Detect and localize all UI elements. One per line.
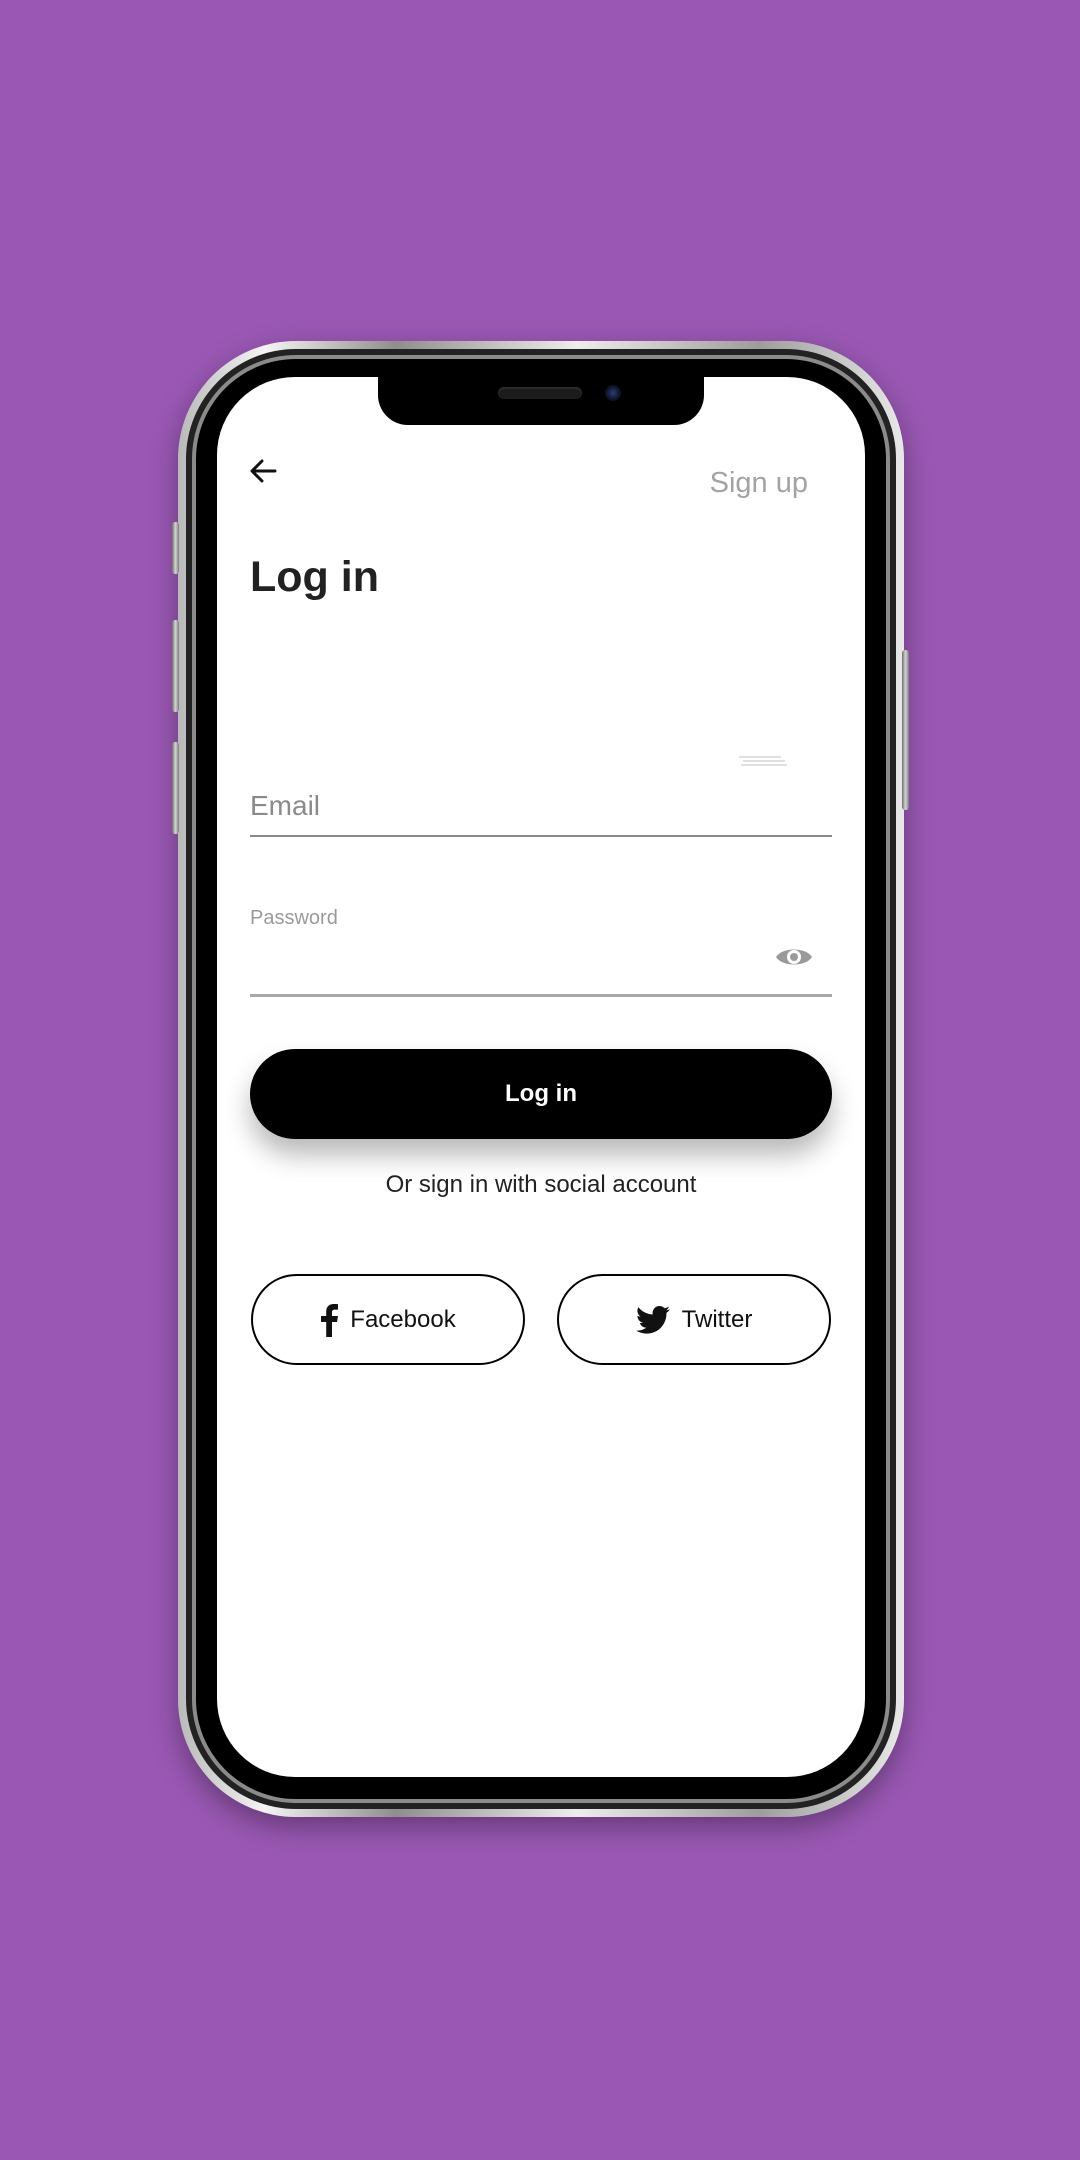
page-title: Log in: [250, 553, 379, 601]
email-field[interactable]: [250, 747, 832, 837]
password-label: Password: [250, 907, 338, 929]
autofill-icon: [739, 756, 787, 766]
volume-up-button: [172, 620, 179, 712]
volume-down-button: [172, 742, 179, 834]
speaker-grille: [498, 387, 582, 399]
facebook-button[interactable]: Facebook: [251, 1274, 525, 1365]
facebook-label: Facebook: [350, 1305, 456, 1333]
power-button: [902, 650, 909, 810]
silent-switch: [172, 522, 179, 574]
twitter-label: Twitter: [681, 1305, 753, 1333]
social-caption: Or sign in with social account: [385, 1171, 697, 1198]
front-camera: [605, 385, 621, 401]
sign-up-link[interactable]: Sign up: [710, 467, 808, 500]
toggle-password-visibility-button[interactable]: [774, 937, 814, 977]
app-screen: Sign up Log in Password Log in Or sign i…: [217, 377, 865, 1777]
password-field[interactable]: Password: [250, 901, 832, 997]
arrow-left-icon: [250, 459, 277, 483]
facebook-icon: [320, 1303, 339, 1337]
password-input[interactable]: [250, 941, 750, 989]
login-button[interactable]: Log in: [250, 1049, 832, 1139]
back-button[interactable]: [245, 453, 281, 489]
eye-icon: [776, 949, 812, 965]
twitter-button[interactable]: Twitter: [557, 1274, 831, 1365]
twitter-icon: [635, 1305, 670, 1335]
